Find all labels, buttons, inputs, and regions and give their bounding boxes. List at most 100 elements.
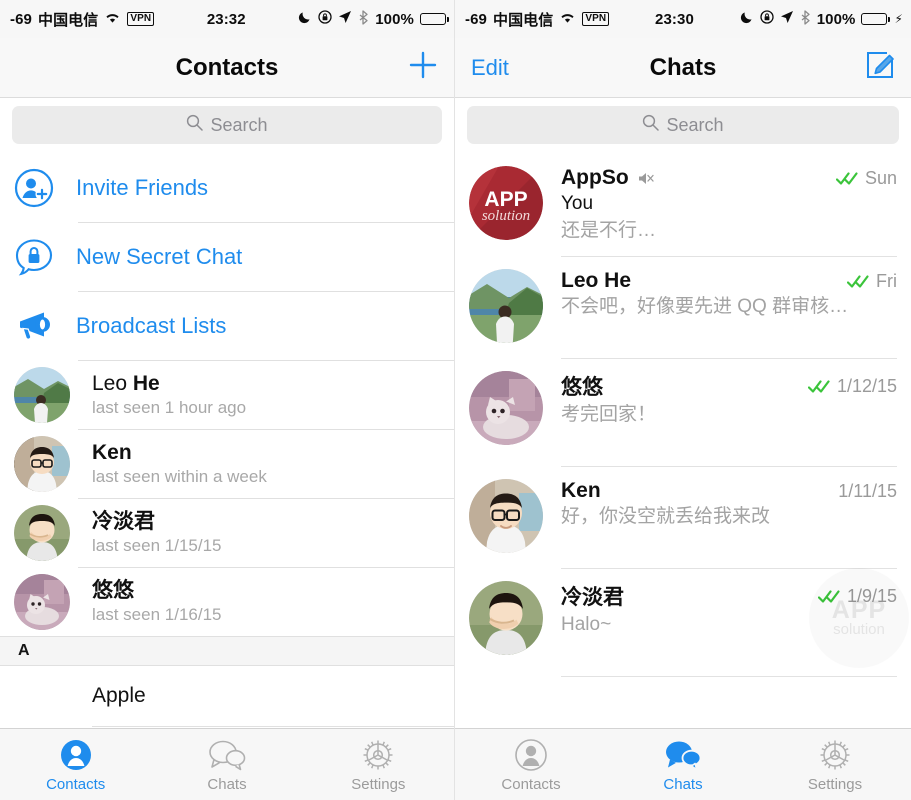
chat-row[interactable]: APPsolution AppSo Sun [455,154,911,257]
contact-text: 冷淡君 last seen 1/15/15 [92,509,221,557]
avatar [14,436,70,492]
chat-preview: 好，你没空就丢给我来改 [561,504,897,530]
tab-chats[interactable]: Chats [607,729,759,800]
contact-status: last seen 1 hour ago [92,397,246,419]
chat-meta: 1/11/15 [830,481,897,502]
charging-bolt-icon: ⚡ [894,12,903,26]
tab-settings[interactable]: Settings [303,729,454,800]
contact-status: last seen within a week [92,466,267,488]
chat-preview: 考完回家！ [561,402,897,428]
clock-time: 23:32 [207,11,246,28]
battery-icon [861,13,887,25]
chat-content: Leo He Fri 不会吧，好像要先进 QQ 群审核… [561,269,897,359]
chat-content: AppSo Sun You 还是不行… [561,166,897,257]
chats-screen: -69 中国电信 VPN 23:30 [455,0,911,800]
tab-settings[interactable]: Settings [759,729,911,800]
contact-row-apple[interactable]: Apple [0,666,454,726]
chat-date: Sun [865,168,897,189]
tab-contacts[interactable]: Contacts [455,729,607,800]
bluetooth-icon [800,10,811,29]
contact-row[interactable]: Leo He last seen 1 hour ago [0,361,454,429]
rotation-lock-icon [760,10,774,28]
chat-date: 1/11/15 [838,481,897,502]
tab-chats[interactable]: Chats [151,729,302,800]
tab-label: Settings [808,776,862,793]
compose-icon [865,50,895,85]
vpn-badge: VPN [127,12,154,26]
broadcast-lists-row[interactable]: Broadcast Lists [0,292,454,360]
carrier-name: 中国电信 [38,9,98,30]
signal-strength-value: -69 [465,11,487,28]
search-icon [642,114,659,136]
gear-icon [361,737,395,773]
tab-label: Settings [351,776,405,793]
tab-contacts[interactable]: Contacts [0,729,151,800]
chat-meta: Sun [828,168,897,189]
contact-row[interactable]: 悠悠 last seen 1/16/15 [0,568,454,636]
read-receipt-icon [847,274,871,289]
search-input[interactable]: Search [12,106,442,144]
avatar [14,367,70,423]
add-person-icon [14,168,54,208]
tab-label: Contacts [501,776,560,793]
invite-friends-row[interactable]: Invite Friends [0,154,454,222]
location-arrow-icon [780,10,794,28]
contact-row[interactable]: 冷淡君 last seen 1/15/15 [0,499,454,567]
battery-icon [420,13,446,25]
chat-content: 悠悠 1/12/15 考完回家！ [561,371,897,467]
rotation-lock-icon [318,10,332,28]
chat-row[interactable]: 悠悠 1/12/15 考完回家！ [455,359,911,467]
chat-meta: Fri [839,271,897,292]
separator [561,676,897,677]
status-bar-left: -69 中国电信 VPN 23:32 [0,0,454,38]
tab-bar-left: Contacts Chats Settings [0,728,454,800]
wifi-icon [104,11,121,28]
chat-row[interactable]: 冷淡君 1/9/15 Halo~ [455,569,911,677]
add-contact-button[interactable] [408,50,438,85]
tab-label: Chats [663,776,702,793]
contact-row[interactable]: Ken last seen within a week [0,430,454,498]
chat-name: Ken [561,479,601,503]
megaphone-icon [14,306,54,346]
separator [92,726,454,727]
chat-date: 1/12/15 [837,376,897,397]
contact-name: Apple [92,684,146,708]
do-not-disturb-moon-icon [740,10,754,28]
search-placeholder: Search [666,115,723,136]
avatar [14,574,70,630]
section-header-a: A [0,636,454,666]
mute-icon [637,171,654,186]
contacts-screen: -69 中国电信 VPN 23:32 [0,0,455,800]
chat-preview: 不会吧，好像要先进 QQ 群审核… [561,294,897,320]
invite-friends-label: Invite Friends [76,175,208,201]
search-area-contacts: Search [0,98,454,154]
contact-status: last seen 1/15/15 [92,535,221,557]
chat-date: 1/9/15 [847,586,897,607]
chats-list: APPsolution AppSo Sun [455,154,911,677]
compose-button[interactable] [865,50,895,85]
contact-status: last seen 1/16/15 [92,604,221,626]
nav-bar-chats: Edit Chats [455,38,911,98]
tab-label: Contacts [46,776,105,793]
gear-icon [818,737,852,773]
chat-sender: You [561,191,897,217]
location-arrow-icon [338,10,352,28]
broadcast-lists-label: Broadcast Lists [76,313,226,339]
search-input[interactable]: Search [467,106,899,144]
clock-time: 23:30 [655,11,694,28]
tab-bar-right: Contacts Chats Settings [455,728,911,800]
carrier-name: 中国电信 [493,9,553,30]
read-receipt-icon [818,589,842,604]
avatar: APPsolution [469,166,543,240]
chat-content: Ken 1/11/15 好，你没空就丢给我来改 [561,479,897,569]
avatar [469,479,543,553]
chat-preview: 还是不行… [561,218,897,244]
avatar [469,371,543,445]
tab-label: Chats [207,776,246,793]
edit-button[interactable]: Edit [471,55,509,81]
chat-row[interactable]: Leo He Fri 不会吧，好像要先进 QQ 群审核… [455,257,911,359]
contact-name: Leo He [92,371,246,396]
contact-text: Ken last seen within a week [92,440,267,488]
new-secret-chat-row[interactable]: New Secret Chat [0,223,454,291]
chat-row[interactable]: Ken 1/11/15 好，你没空就丢给我来改 [455,467,911,569]
